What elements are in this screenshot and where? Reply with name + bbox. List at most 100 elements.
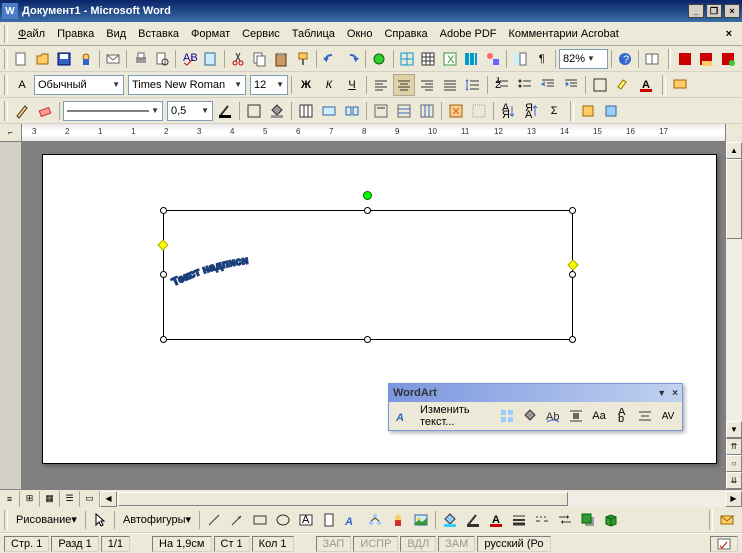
select-objects-button[interactable] <box>89 509 111 531</box>
menu-help[interactable]: Справка <box>378 25 433 43</box>
resize-handle-n[interactable] <box>364 207 371 214</box>
align-justify-button[interactable] <box>439 74 461 96</box>
borders-button[interactable] <box>589 74 611 96</box>
edit-text-button[interactable]: Изменить текст... <box>415 405 495 427</box>
wordart-object[interactable]: Текст надписи <box>163 210 573 340</box>
prev-page-button[interactable]: ⇈ <box>726 438 742 455</box>
format-wordart-button[interactable] <box>519 405 541 427</box>
same-height-button[interactable]: Aa <box>588 405 610 427</box>
research-button[interactable] <box>201 48 222 70</box>
drawing-menu-button[interactable]: Рисование ▾ <box>11 509 82 531</box>
italic-button[interactable]: К <box>318 74 340 96</box>
spellcheck-button[interactable]: ABC <box>179 48 200 70</box>
help-button[interactable]: ? <box>615 48 636 70</box>
hscroll-thumb[interactable] <box>118 492 568 506</box>
gripper[interactable] <box>709 510 713 530</box>
menu-file[interactable]: Файл <box>12 25 51 43</box>
shading-color-button[interactable] <box>266 100 288 122</box>
align-right-button[interactable] <box>416 74 438 96</box>
resize-handle-ne[interactable] <box>569 207 576 214</box>
paste-button[interactable] <box>271 48 292 70</box>
cut-button[interactable] <box>228 48 249 70</box>
status-rec[interactable]: ЗАП <box>316 536 352 552</box>
insert-picture-button[interactable] <box>410 509 432 531</box>
browse-object-button[interactable]: ○ <box>726 455 742 472</box>
new-button[interactable] <box>11 48 32 70</box>
resize-handle-s[interactable] <box>364 336 371 343</box>
alignment-button[interactable] <box>634 405 656 427</box>
gripper[interactable] <box>662 75 666 95</box>
email-button[interactable] <box>103 48 124 70</box>
align-left-button[interactable] <box>370 74 392 96</box>
vertical-scrollbar[interactable]: ▲ ▼ ⇈ ○ ⇊ <box>725 124 742 489</box>
underline-button[interactable]: Ч <box>341 74 363 96</box>
autosum-button[interactable]: Σ <box>543 100 565 122</box>
3d-button[interactable] <box>600 509 622 531</box>
line-weight-combo[interactable]: 0,5▼ <box>167 101 213 121</box>
font-color-button-2[interactable]: A <box>485 509 507 531</box>
resize-handle-e[interactable] <box>569 271 576 278</box>
arrow-style-button[interactable] <box>554 509 576 531</box>
tab-selector[interactable]: ⌐ <box>0 124 21 142</box>
menu-format[interactable]: Формат <box>185 25 236 43</box>
web-view-button[interactable]: ⊞ <box>20 491 40 507</box>
menu-acrobat-comments[interactable]: Комментарии Acrobat <box>503 25 625 43</box>
scroll-right-button[interactable]: ▶ <box>725 491 742 507</box>
acrobat-send-button[interactable] <box>716 509 738 531</box>
horizontal-scrollbar[interactable]: ◀ ▶ <box>100 491 742 507</box>
gripper[interactable] <box>4 75 8 95</box>
merge-cells-button[interactable] <box>318 100 340 122</box>
clipart-button[interactable] <box>387 509 409 531</box>
scroll-down-button[interactable]: ▼ <box>726 421 742 438</box>
save-button[interactable] <box>54 48 75 70</box>
char-spacing-button[interactable]: AV <box>657 405 679 427</box>
insert-table-button[interactable] <box>418 48 439 70</box>
gripper[interactable] <box>668 49 672 69</box>
wordart-toolbar-title[interactable]: WordArt ▼ × <box>389 384 682 402</box>
insert-wordart-button[interactable]: A <box>392 405 414 427</box>
wordart-toolbar-close[interactable]: × <box>672 388 678 399</box>
undo-button[interactable] <box>320 48 341 70</box>
gripper[interactable] <box>570 101 574 121</box>
style-combo[interactable]: Обычный▼ <box>34 75 124 95</box>
wordart-toolbar[interactable]: WordArt ▼ × A Изменить текст... Ab Aa Ab <box>388 383 683 431</box>
zoom-combo[interactable]: 82%▼ <box>559 49 608 69</box>
normal-view-button[interactable]: ≡ <box>0 491 20 507</box>
highlight-button[interactable] <box>612 74 634 96</box>
insert-wordart-button-2[interactable]: A <box>341 509 363 531</box>
menu-window[interactable]: Окно <box>341 25 379 43</box>
menu-view[interactable]: Вид <box>100 25 132 43</box>
align-cell-button[interactable] <box>370 100 392 122</box>
border-color-button[interactable] <box>214 100 236 122</box>
vertical-text-button[interactable]: Ab <box>611 405 633 427</box>
autoformat-button[interactable] <box>445 100 467 122</box>
font-combo[interactable]: Times New Roman▼ <box>128 75 246 95</box>
format-painter-button[interactable] <box>293 48 314 70</box>
acrobat-show-button[interactable] <box>600 100 622 122</box>
menu-insert[interactable]: Вставка <box>132 25 185 43</box>
redo-button[interactable] <box>342 48 363 70</box>
scroll-thumb[interactable] <box>726 159 742 239</box>
permission-button[interactable] <box>75 48 96 70</box>
resize-handle-se[interactable] <box>569 336 576 343</box>
menu-adobe-pdf[interactable]: Adobe PDF <box>434 25 503 43</box>
text-wrap-button[interactable] <box>565 405 587 427</box>
dash-style-button[interactable] <box>531 509 553 531</box>
resize-handle-nw[interactable] <box>160 207 167 214</box>
insert-table-btn2[interactable] <box>295 100 317 122</box>
copy-button[interactable] <box>250 48 271 70</box>
outside-border-button[interactable] <box>243 100 265 122</box>
outline-view-button[interactable]: ☰ <box>60 491 80 507</box>
show-marks-button[interactable]: ¶ <box>532 48 553 70</box>
acrobat-attach-button[interactable] <box>577 100 599 122</box>
status-ovr[interactable]: ЗАМ <box>438 536 475 552</box>
textbox-button[interactable]: A <box>295 509 317 531</box>
close-button[interactable]: × <box>724 4 740 18</box>
split-cells-button[interactable] <box>341 100 363 122</box>
hyperlink-button[interactable] <box>369 48 390 70</box>
minimize-button[interactable]: _ <box>688 4 704 18</box>
scroll-up-button[interactable]: ▲ <box>726 142 742 159</box>
styles-pane-button[interactable]: A <box>11 74 33 96</box>
open-button[interactable] <box>32 48 53 70</box>
gripper[interactable] <box>4 510 8 530</box>
